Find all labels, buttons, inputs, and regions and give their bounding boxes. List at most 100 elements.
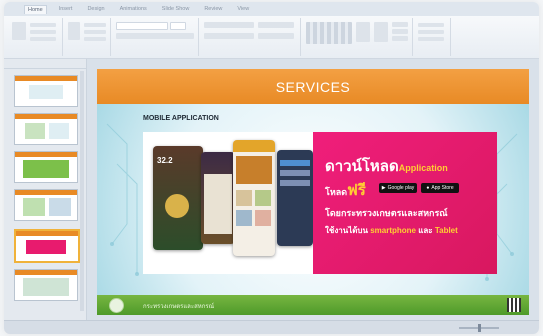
font-format-buttons[interactable] (116, 33, 194, 39)
app-store-label: App Store (431, 185, 454, 191)
shape-outline-button[interactable] (392, 29, 408, 34)
quick-styles-icon[interactable] (374, 22, 388, 42)
promo-tablet-text: Tablet (434, 226, 458, 235)
shapes-gallery[interactable] (306, 22, 352, 44)
phone-image (236, 156, 272, 184)
phone-temperature: 32.2 (157, 156, 173, 165)
cut-button[interactable] (30, 23, 56, 27)
promo-free-text: ฟรี (347, 182, 366, 199)
thumb-header (15, 152, 77, 157)
font-size-select[interactable] (170, 22, 186, 30)
layout-button[interactable] (84, 23, 106, 27)
current-slide[interactable]: SERVICES MOBILE APPLICATION 32.2 ดาวน์โห… (97, 69, 529, 315)
paragraph-group (200, 18, 301, 56)
phone-row (280, 180, 310, 186)
slide-thumbnail-selected[interactable] (14, 229, 80, 263)
google-play-badge[interactable]: ▶ Google play (379, 183, 417, 193)
pane-tabs (4, 59, 86, 69)
new-slide-icon[interactable] (68, 22, 80, 40)
align-buttons[interactable] (204, 33, 254, 39)
slides-group (64, 18, 111, 56)
promo-smartphone-text: smartphone (370, 226, 416, 235)
tab-view[interactable]: View (234, 5, 252, 13)
format-painter-button[interactable] (30, 37, 56, 41)
phone-screenshot: 32.2 (153, 146, 203, 250)
tab-review[interactable]: Review (201, 5, 225, 13)
slide-thumbnail[interactable] (14, 75, 78, 107)
copy-button[interactable] (30, 30, 56, 34)
thumb-content (23, 160, 69, 178)
phone-tile (255, 210, 271, 226)
phone-row (280, 160, 310, 166)
phone-row (280, 170, 310, 176)
slide-footer-bar: กระทรวงเกษตรและสหกรณ์ (97, 295, 529, 315)
thumb-content (26, 240, 66, 254)
ribbon-tabs: Home Insert Design Animations Slide Show… (4, 2, 539, 16)
tab-design[interactable]: Design (84, 5, 107, 13)
app-promo-banner[interactable]: 32.2 ดาวน์โหลดApplication โหลดฟรี ▶ Goog… (143, 132, 497, 274)
tab-insert[interactable]: Insert (56, 5, 76, 13)
footer-text[interactable]: กระทรวงเกษตรและสหกรณ์ (143, 301, 214, 311)
slide-thumbnail[interactable] (14, 269, 78, 301)
tab-animations[interactable]: Animations (117, 5, 150, 13)
thumb-header (15, 114, 77, 119)
text-direction-button[interactable] (258, 22, 294, 28)
thumb-content (29, 85, 63, 99)
slide-title[interactable]: SERVICES (276, 79, 351, 95)
smartart-button[interactable] (258, 33, 294, 39)
promo-device-text: ใช้งานได้บน (325, 226, 368, 235)
status-bar (4, 320, 539, 334)
arrange-icon[interactable] (356, 22, 370, 42)
phone-tile (255, 190, 271, 206)
find-button[interactable] (418, 23, 444, 27)
thumb-content (49, 198, 71, 216)
phone-screenshot (233, 140, 275, 256)
apple-icon: ● (426, 185, 430, 191)
zoom-slider-thumb[interactable] (478, 324, 481, 332)
phone-screenshot (277, 150, 313, 246)
thumb-header (15, 270, 77, 275)
slide-thumbnail[interactable] (14, 113, 78, 145)
shape-effects-button[interactable] (392, 36, 408, 41)
slide-header-bar: SERVICES (97, 69, 529, 104)
tab-home[interactable]: Home (24, 4, 47, 14)
drawing-group (302, 18, 413, 56)
slide-thumbnail[interactable] (14, 189, 78, 221)
shape-fill-button[interactable] (392, 22, 408, 27)
phone-bar (233, 140, 275, 152)
presentation-window: Home Insert Design Animations Slide Show… (4, 2, 539, 334)
paste-icon[interactable] (12, 22, 26, 40)
clipboard-group (8, 18, 63, 56)
app-store-badge[interactable]: ● App Store (421, 183, 459, 193)
promo-app-text: Application (398, 163, 448, 173)
replace-button[interactable] (418, 30, 444, 34)
qr-code-icon (507, 298, 521, 312)
promo-and-text: และ (418, 226, 433, 235)
ribbon (4, 16, 539, 59)
promo-device-line: ใช้งานได้บน smartphone และ Tablet (325, 224, 458, 237)
slide-editor: SERVICES MOBILE APPLICATION 32.2 ดาวน์โห… (87, 59, 539, 321)
slide-thumbnail[interactable] (14, 151, 78, 183)
thumb-content (23, 198, 45, 216)
pane-scrollbar[interactable] (80, 71, 84, 311)
promo-download-line: ดาวน์โหลดApplication (325, 154, 448, 178)
slide-subtitle[interactable]: MOBILE APPLICATION (143, 115, 219, 122)
thumb-header (15, 76, 77, 81)
select-button[interactable] (418, 37, 444, 41)
tab-slide-show[interactable]: Slide Show (159, 5, 193, 13)
google-play-label: Google play (387, 185, 415, 191)
list-buttons[interactable] (204, 22, 254, 28)
phone-tile (236, 190, 252, 206)
promo-ministry-line: โดยกระทรวงเกษตรและสหกรณ์ (325, 208, 448, 218)
reset-button[interactable] (84, 30, 106, 34)
thumb-header (15, 190, 77, 195)
section-button[interactable] (84, 37, 106, 41)
thumb-content (25, 123, 45, 139)
ministry-logo-icon (109, 298, 124, 313)
editing-group (414, 18, 451, 56)
promo-download-text: ดาวน์โหลด (325, 158, 399, 175)
play-triangle-icon: ▶ (381, 185, 386, 191)
thumb-content (23, 278, 69, 296)
font-name-select[interactable] (116, 22, 168, 30)
thumb-header (16, 231, 78, 236)
